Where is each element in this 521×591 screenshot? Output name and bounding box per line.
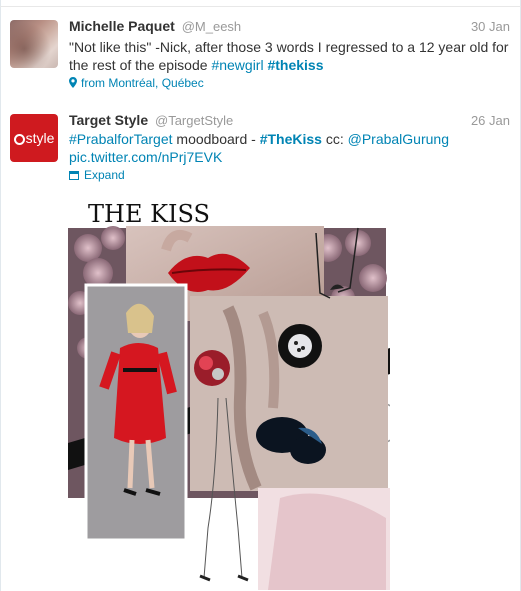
location-label: from Montréal, Québec	[81, 76, 204, 90]
location-pin-icon	[69, 77, 77, 88]
tweet-header: Target Style @TargetStyle	[69, 112, 233, 128]
photo-expand-icon	[69, 171, 79, 180]
target-logo-icon	[13, 133, 25, 145]
mention-link[interactable]: @PrabalGurung	[348, 131, 449, 147]
expand-label: Expand	[84, 168, 125, 182]
tweet-text-body: moodboard -	[172, 131, 260, 147]
moodboard-collage: THE KISS	[68, 200, 390, 590]
avatar-label: style	[25, 130, 55, 146]
media-title: THE KISS	[88, 200, 210, 228]
hashtag-link[interactable]: #PrabalforTarget	[69, 131, 173, 147]
tweet-fullname[interactable]: Target Style	[69, 112, 148, 128]
expand-link[interactable]: Expand	[69, 168, 125, 182]
tweet-fullname[interactable]: Michelle Paquet	[69, 18, 175, 34]
avatar[interactable]	[10, 20, 58, 68]
media-link[interactable]: pic.twitter.com/nPrj7EVK	[69, 149, 222, 165]
tweet-text-body: cc:	[321, 131, 348, 147]
hashtag-link[interactable]: #newgirl	[211, 57, 263, 73]
tweet-username[interactable]: @TargetStyle	[155, 113, 233, 128]
tweet-header: Michelle Paquet @M_eesh	[69, 18, 241, 34]
tweet-timestamp[interactable]: 30 Jan	[471, 19, 510, 34]
tweet-username[interactable]: @M_eesh	[182, 19, 241, 34]
tweet-text: #PrabalforTarget moodboard - #TheKiss cc…	[69, 130, 509, 166]
tweet-text: "Not like this" -Nick, after those 3 wor…	[69, 38, 509, 74]
tweet-media-image[interactable]: THE KISS	[68, 198, 390, 590]
tweet-location[interactable]: from Montréal, Québec	[69, 76, 204, 90]
hashtag-link[interactable]: #TheKiss	[260, 131, 322, 147]
avatar[interactable]: style	[10, 114, 58, 162]
tweet-timestamp[interactable]: 26 Jan	[471, 113, 510, 128]
hashtag-link[interactable]: #thekiss	[267, 57, 323, 73]
